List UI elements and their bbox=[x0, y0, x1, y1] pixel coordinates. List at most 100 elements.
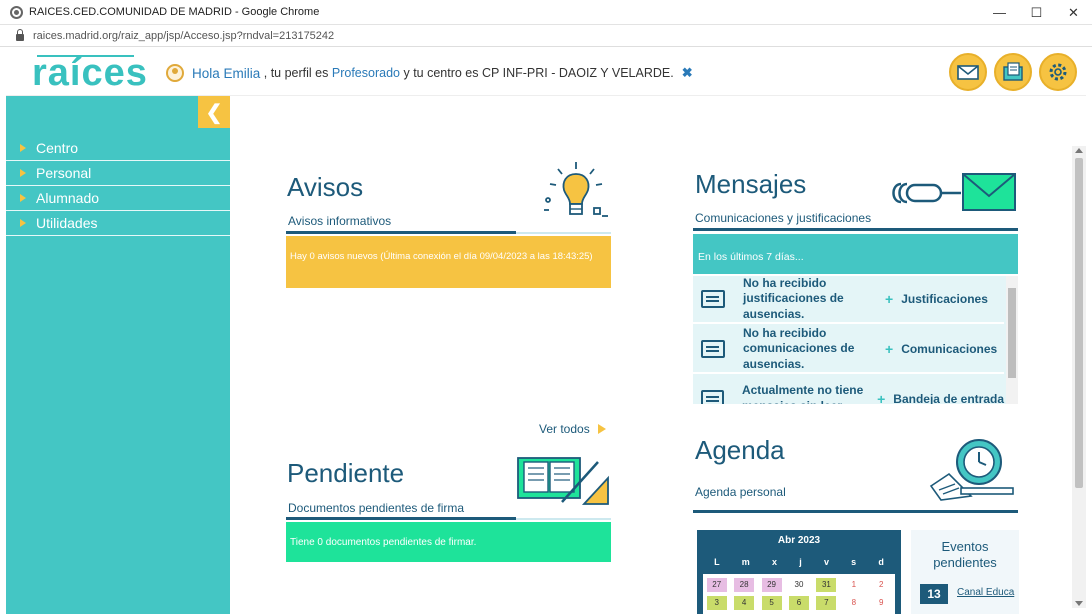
avisos-message: Hay 0 avisos nuevos (Última conexión el … bbox=[286, 236, 611, 288]
plus-icon: + bbox=[877, 391, 886, 404]
chrome-icon bbox=[10, 5, 23, 19]
pendiente-title: Pendiente bbox=[287, 458, 405, 488]
calendar-day[interactable]: 30 bbox=[789, 578, 809, 592]
calendar-day[interactable]: 9 bbox=[871, 596, 891, 610]
change-profile-icon[interactable]: ✖ bbox=[682, 65, 693, 81]
sidebar: ❮ Centro Personal Alumnado Utilidades bbox=[6, 96, 230, 614]
triangle-right-icon bbox=[20, 219, 26, 227]
sidebar-item-label: Alumnado bbox=[36, 190, 100, 206]
comunicaciones-link[interactable]: + Comunicaciones bbox=[885, 341, 997, 357]
calendar-day[interactable]: 2 bbox=[871, 578, 891, 592]
bandeja-link[interactable]: + Bandeja de entrada bbox=[877, 391, 1004, 404]
calendar-day[interactable]: 27 bbox=[706, 578, 727, 592]
message-text: Actualmente no tiene mensajes sin leer. bbox=[741, 383, 864, 404]
avisos-divider bbox=[286, 231, 516, 234]
canal-educa-link[interactable]: Canal Educa bbox=[957, 587, 1014, 598]
calendar-week: 3 4 5 6 7 8 9 bbox=[703, 592, 895, 610]
sidebar-item-label: Personal bbox=[36, 165, 92, 181]
sidebar-item-centro[interactable]: Centro bbox=[6, 136, 230, 161]
perfil-link[interactable]: Profesorado bbox=[332, 66, 400, 80]
list-item: No ha recibido comunicaciones de ausenci… bbox=[693, 326, 1004, 374]
calendar-day[interactable]: 31 bbox=[816, 578, 837, 592]
lightbulb-icon bbox=[544, 162, 608, 217]
calendar-day[interactable]: 5 bbox=[761, 596, 782, 610]
centro-prefix: y tu centro es bbox=[403, 66, 479, 80]
calendar-day[interactable]: 3 bbox=[706, 596, 727, 610]
greeting: Hola Emilia , tu perfil es Profesorado y… bbox=[166, 64, 693, 82]
ver-todos-link[interactable]: Ver todos bbox=[539, 422, 606, 436]
list-item: No ha recibido justificaciones de ausenc… bbox=[693, 276, 1004, 324]
weekday: m bbox=[741, 557, 750, 567]
avisos-title: Avisos bbox=[287, 172, 364, 202]
centro-name: CP INF-PRI - DAOIZ Y VELARDE. bbox=[482, 66, 674, 80]
browser-titlebar: RAICES.CED.COMUNIDAD DE MADRID - Google … bbox=[0, 0, 1092, 25]
raices-logo[interactable]: raíces bbox=[32, 52, 148, 95]
documents-button[interactable] bbox=[994, 53, 1032, 91]
calendar-day[interactable]: 29 bbox=[761, 578, 782, 592]
calendar-day[interactable]: 4 bbox=[734, 596, 755, 610]
window-controls: — ☐ ✕ bbox=[981, 0, 1092, 25]
triangle-right-icon bbox=[20, 194, 26, 202]
calendar: Abr 2023 L m x j v s d 27 28 29 30 31 1 … bbox=[697, 530, 901, 614]
calendar-day[interactable]: 7 bbox=[816, 596, 837, 610]
weekday: x bbox=[772, 557, 778, 567]
mensajes-scrollbar[interactable] bbox=[1006, 276, 1018, 404]
close-window-icon[interactable]: ✕ bbox=[1055, 0, 1092, 25]
scroll-down-icon[interactable] bbox=[1075, 601, 1083, 606]
ver-todos-label: Ver todos bbox=[539, 422, 590, 436]
maximize-icon[interactable]: ☐ bbox=[1018, 0, 1055, 25]
sidebar-item-label: Centro bbox=[36, 140, 79, 156]
address-bar[interactable]: raices.madrid.org/raiz_app/jsp/Acceso.js… bbox=[0, 25, 1092, 47]
app-header: raíces Hola Emilia , tu perfil es Profes… bbox=[6, 48, 1086, 96]
calendar-grid: 27 28 29 30 31 1 2 3 4 5 6 7 8 9 bbox=[703, 574, 895, 614]
calendar-day[interactable]: 28 bbox=[734, 578, 755, 592]
scroll-up-icon[interactable] bbox=[1075, 148, 1083, 153]
link-label: Justificaciones bbox=[901, 292, 988, 306]
window-title: RAICES.CED.COMUNIDAD DE MADRID - Google … bbox=[29, 6, 320, 18]
calendar-month[interactable]: Abr 2023 bbox=[697, 530, 901, 546]
mensajes-subtitle: Comunicaciones y justificaciones bbox=[695, 211, 872, 225]
sidebar-item-utilidades[interactable]: Utilidades bbox=[6, 211, 230, 236]
chevron-left-icon: ❮ bbox=[205, 101, 223, 124]
gear-icon bbox=[1049, 63, 1067, 81]
scrollbar-thumb[interactable] bbox=[1008, 288, 1016, 378]
minimize-icon[interactable]: — bbox=[981, 0, 1018, 25]
calendar-week: 27 28 29 30 31 1 2 bbox=[703, 574, 895, 592]
pendiente-divider bbox=[286, 517, 516, 520]
plus-icon: + bbox=[885, 341, 894, 357]
url-text[interactable]: raices.madrid.org/raiz_app/jsp/Acceso.js… bbox=[33, 30, 334, 42]
avisos-subtitle: Avisos informativos bbox=[288, 214, 392, 228]
chat-icon bbox=[701, 340, 725, 358]
page-scrollbar[interactable] bbox=[1072, 146, 1086, 608]
agenda-subtitle: Agenda personal bbox=[695, 485, 786, 499]
lock-icon bbox=[16, 28, 24, 41]
sidebar-item-alumnado[interactable]: Alumnado bbox=[6, 186, 230, 211]
sidebar-item-personal[interactable]: Personal bbox=[6, 161, 230, 186]
link-label: Comunicaciones bbox=[901, 342, 998, 356]
sidebar-item-label: Utilidades bbox=[36, 215, 98, 231]
weekday: L bbox=[714, 557, 720, 567]
agenda-title: Agenda bbox=[695, 435, 785, 465]
eventos-title: Eventos pendientes bbox=[933, 539, 997, 571]
scrollbar-thumb[interactable] bbox=[1075, 158, 1083, 488]
chat-icon bbox=[701, 290, 725, 308]
settings-button[interactable] bbox=[1039, 53, 1077, 91]
main-content: Avisos Avisos informativos Hay 0 avisos … bbox=[230, 96, 1072, 614]
play-icon bbox=[597, 424, 606, 434]
calendar-day[interactable]: 1 bbox=[844, 578, 864, 592]
justificaciones-link[interactable]: + Justificaciones bbox=[885, 291, 988, 307]
calendar-day[interactable]: 8 bbox=[844, 596, 864, 610]
user-greeting[interactable]: Hola Emilia bbox=[192, 66, 260, 81]
calendar-weekdays: L m x j v s d bbox=[697, 546, 901, 567]
plus-icon: + bbox=[885, 291, 894, 307]
calendar-day[interactable]: 6 bbox=[788, 596, 809, 610]
clock-calendar-icon bbox=[929, 439, 1014, 501]
mensajes-list: No ha recibido justificaciones de ausenc… bbox=[693, 276, 1018, 404]
pendiente-message: Tiene 0 documentos pendientes de firmar. bbox=[286, 522, 611, 562]
mail-button[interactable] bbox=[949, 53, 987, 91]
message-text: No ha recibido comunicaciones de ausenci… bbox=[743, 325, 855, 371]
sidebar-menu: Centro Personal Alumnado Utilidades bbox=[6, 136, 230, 236]
folder-icon bbox=[1003, 62, 1023, 81]
collapse-sidebar-button[interactable]: ❮ bbox=[198, 96, 230, 128]
envelope-icon bbox=[957, 65, 979, 80]
